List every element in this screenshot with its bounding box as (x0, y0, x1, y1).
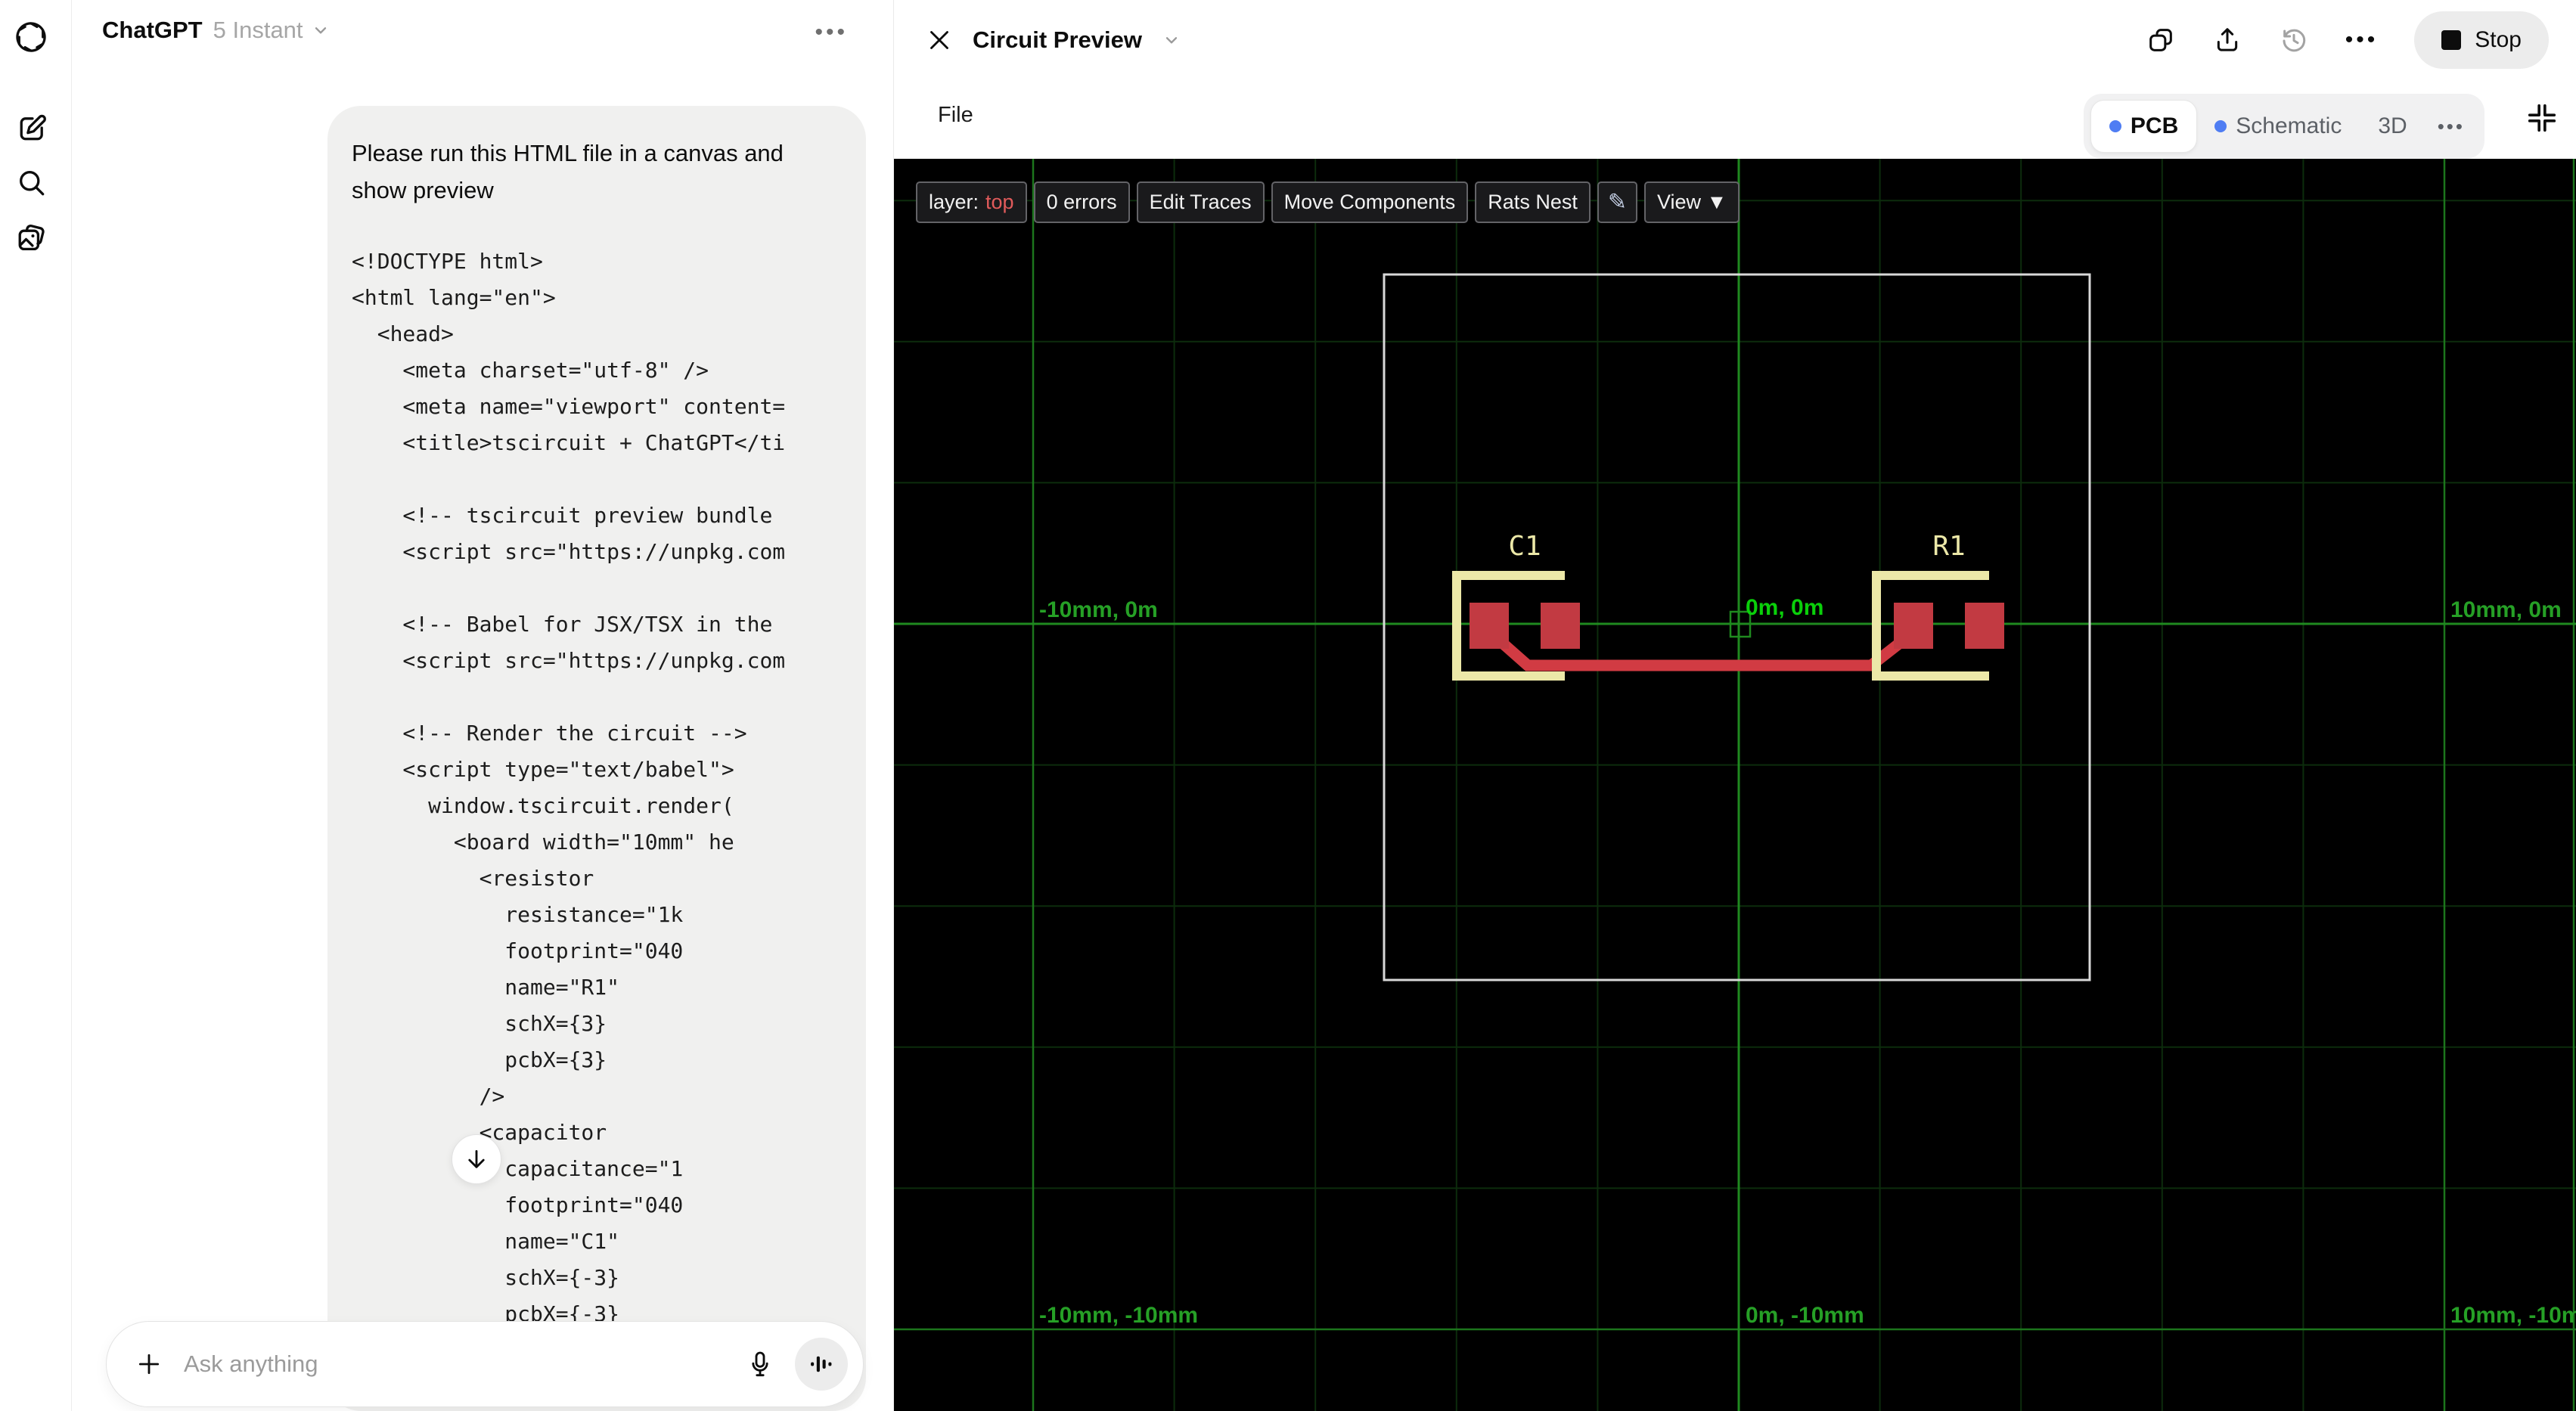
component-r1[interactable]: R1 (1872, 531, 2004, 681)
grid-axis-lines (894, 159, 2576, 1411)
voice-mode-button[interactable] (795, 1338, 848, 1391)
share-upload-icon[interactable] (2212, 25, 2242, 55)
canvas-more-button[interactable]: ••• (2345, 27, 2379, 53)
r1-pad-2[interactable] (1965, 603, 2004, 649)
rats-nest-button[interactable]: Rats Nest (1475, 181, 1591, 223)
grid-label-center-bottom: 0m, -10mm (1746, 1303, 1864, 1328)
grid-label-right-bottom: 10mm, -10mm (2450, 1303, 2576, 1328)
library-icon[interactable] (15, 221, 48, 254)
stop-square-icon (2441, 29, 2462, 50)
pcb-dot-icon (2109, 120, 2121, 132)
r1-label: R1 (1932, 531, 1965, 562)
grid-label-origin: 0m, 0m (1746, 595, 1823, 620)
sidebar (0, 0, 72, 1411)
tab-pcb[interactable]: PCB (2090, 101, 2197, 152)
grid-label-left-mid: -10mm, 0m (1039, 597, 1158, 622)
edit-traces-button[interactable]: Edit Traces (1136, 181, 1265, 223)
user-message-bubble: Please run this HTML file in a canvas an… (327, 106, 866, 1411)
pencil-tool-button[interactable]: ✎ (1597, 181, 1637, 223)
layer-value: top (985, 191, 1014, 213)
layer-button[interactable]: layer: top (916, 181, 1027, 223)
canvas-menubar: File PCB Schematic 3D ••• (894, 79, 2576, 159)
chevron-down-icon (315, 27, 326, 34)
copy-icon[interactable] (2146, 25, 2176, 55)
pcb-toolbar: layer: top 0 errors Edit Traces Move Com… (916, 181, 1740, 223)
c1-label: C1 (1508, 531, 1541, 562)
grid-minor-lines (894, 159, 2576, 1411)
grid-major-lines (894, 159, 2576, 1411)
c1-pad-1[interactable] (1470, 603, 1509, 649)
arrow-down-icon (468, 1149, 485, 1168)
pcb-canvas[interactable]: C1 R1 -10mm, 0m 0m, 0m 10mm, 0m -10mm, -… (894, 159, 2576, 1411)
tab-3d[interactable]: 3D (2360, 101, 2425, 152)
brand-title[interactable]: ChatGPT (102, 17, 203, 44)
history-icon[interactable] (2279, 25, 2309, 55)
grid-label-right-mid: 10mm, 0m (2450, 597, 2562, 622)
schematic-dot-icon (2214, 120, 2227, 132)
c1-pad-2[interactable] (1541, 603, 1580, 649)
collapse-icon[interactable] (2525, 101, 2559, 135)
view-dropdown-button[interactable]: View ▼ (1643, 181, 1740, 223)
canvas-header: Circuit Preview ••• Stop (894, 0, 2576, 79)
stop-button[interactable]: Stop (2414, 11, 2549, 69)
tab-schematic[interactable]: Schematic (2196, 101, 2360, 152)
message-composer (106, 1321, 864, 1407)
canvas-panel: Circuit Preview ••• Stop File PCB Schema… (893, 0, 2576, 1411)
move-components-button[interactable]: Move Components (1271, 181, 1469, 223)
chat-input[interactable] (184, 1351, 745, 1378)
user-message-text: Please run this HTML file in a canvas an… (352, 140, 784, 203)
new-chat-icon[interactable] (15, 112, 48, 145)
chat-more-button[interactable]: ••• (815, 20, 848, 45)
scroll-to-bottom-button[interactable] (452, 1134, 501, 1184)
model-name[interactable]: 5 Instant (213, 17, 303, 44)
user-message-code: <!DOCTYPE html> <html lang="en"> <head> … (352, 249, 786, 1363)
tabs-more-button[interactable]: ••• (2425, 115, 2477, 138)
waveform-icon (811, 1356, 832, 1372)
mic-icon[interactable] (745, 1349, 775, 1379)
r1-pad-1[interactable] (1894, 603, 1933, 649)
search-icon[interactable] (15, 166, 48, 200)
chatgpt-logo-icon (14, 20, 48, 54)
errors-button[interactable]: 0 errors (1033, 181, 1130, 223)
attach-plus-icon[interactable] (134, 1349, 164, 1379)
view-tabs: PCB Schematic 3D ••• (2083, 94, 2484, 159)
grid-label-left-bottom: -10mm, -10mm (1039, 1303, 1198, 1328)
chevron-down-icon[interactable] (1162, 30, 1181, 50)
close-icon[interactable] (926, 26, 953, 54)
file-menu[interactable]: File (938, 103, 973, 128)
chat-header: ChatGPT 5 Instant (102, 17, 331, 44)
chat-panel: ChatGPT 5 Instant ••• Please run this HT… (72, 0, 893, 1411)
canvas-title[interactable]: Circuit Preview (973, 26, 1142, 54)
